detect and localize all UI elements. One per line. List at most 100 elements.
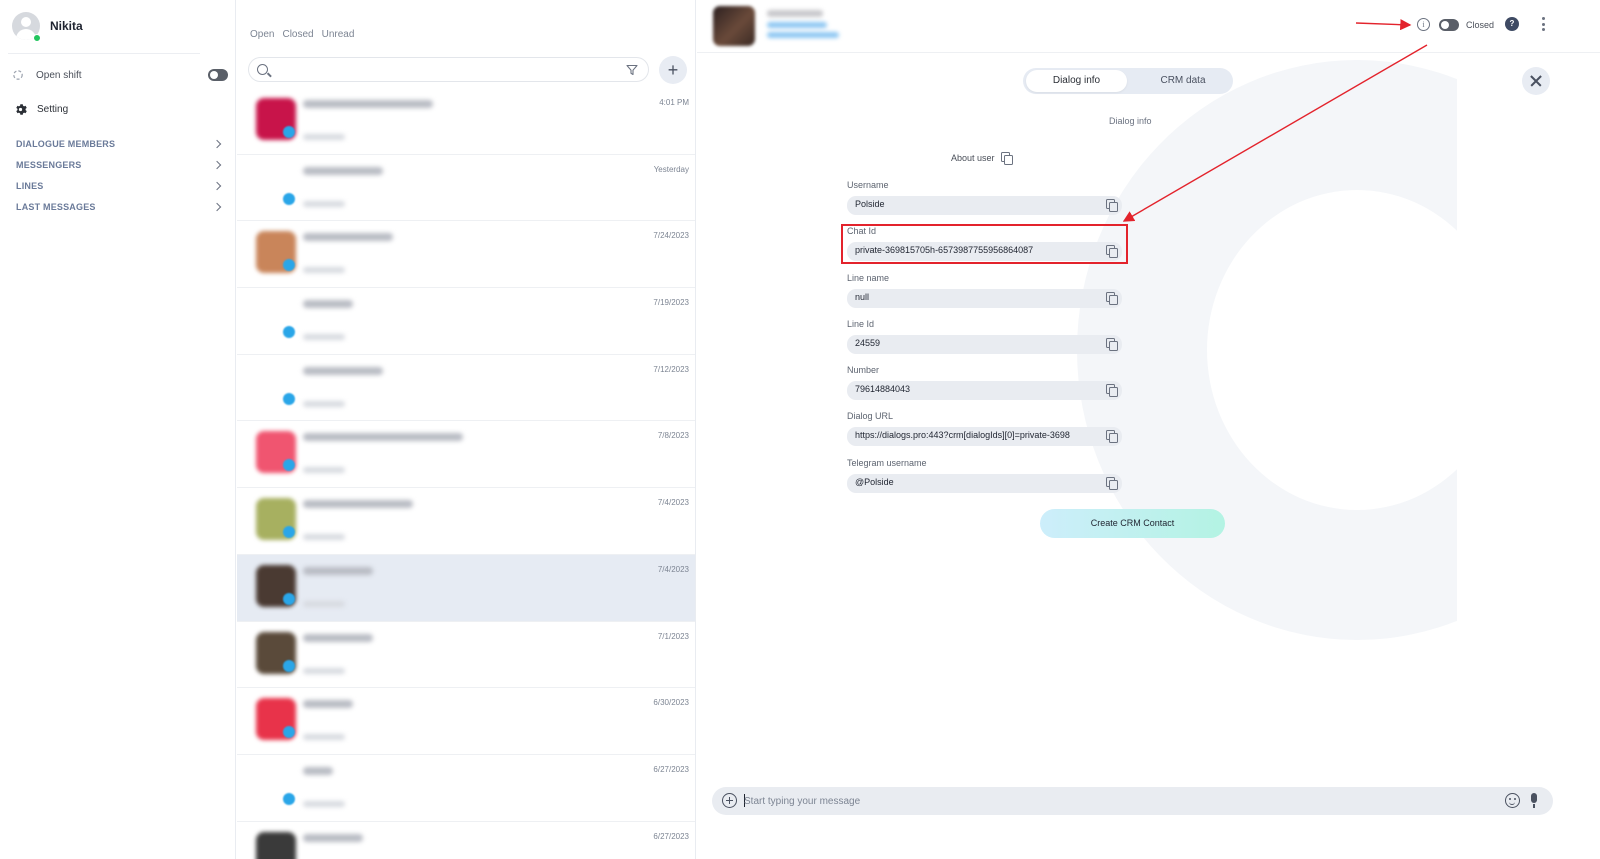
chat-status-blurred xyxy=(303,667,345,674)
close-panel-button[interactable] xyxy=(1522,67,1550,95)
messenger-badge-icon xyxy=(283,326,295,339)
copy-icon[interactable] xyxy=(1106,291,1118,305)
chat-status-blurred xyxy=(303,134,345,140)
chat-list-item[interactable]: 6/27/2023 xyxy=(237,822,695,859)
chat-list-item[interactable]: 6/27/2023 xyxy=(237,755,695,822)
search-icon xyxy=(257,64,268,75)
chat-date: 7/8/2023 xyxy=(657,431,689,441)
filter-icon[interactable] xyxy=(626,64,638,76)
field-value: Polside xyxy=(855,199,885,209)
chat-date: 6/27/2023 xyxy=(653,831,689,841)
emoji-icon[interactable] xyxy=(1505,793,1520,808)
field-number: Number 79614884043 xyxy=(847,365,1123,411)
chat-list-item[interactable]: 7/1/2023 xyxy=(237,622,695,689)
copy-icon[interactable] xyxy=(1106,199,1118,212)
chat-status-blurred xyxy=(303,200,345,207)
about-user-row: About user xyxy=(951,152,1013,165)
help-icon[interactable]: ? xyxy=(1505,17,1519,31)
field-value: 24559 xyxy=(855,337,881,348)
user-name: Nikita xyxy=(50,19,83,33)
message-composer xyxy=(712,787,1553,815)
chat-list-panel: Open Closed Unread + 4:01 PM Yesterday 7/2… xyxy=(237,0,696,859)
field-value: https://dialogs.pro:443?crm[dialogIds][0… xyxy=(855,430,1070,441)
field-label: Number xyxy=(847,365,880,376)
chat-title-blurred xyxy=(303,500,413,509)
add-dialog-button[interactable]: + xyxy=(659,56,687,84)
nav-label: DIALOGUE MEMBERS xyxy=(16,138,116,149)
contact-meta-blurred xyxy=(767,32,839,38)
info-tabs: Dialog info CRM data xyxy=(1023,68,1233,94)
field-dialog-url: Dialog URL https://dialogs.pro:443?crm[d… xyxy=(847,411,1123,457)
field-label: Telegram username xyxy=(847,457,927,468)
messenger-badge-icon xyxy=(283,792,295,805)
chevron-right-icon xyxy=(212,181,222,190)
open-shift-toggle[interactable] xyxy=(208,69,228,81)
tab-dialog-info[interactable]: Dialog info xyxy=(1026,70,1127,92)
chat-list-item[interactable]: 7/24/2023 xyxy=(237,221,695,289)
chat-title-blurred xyxy=(303,300,353,309)
copy-icon[interactable] xyxy=(1106,430,1118,444)
chat-list-item[interactable]: 4:01 PM xyxy=(237,88,695,155)
field-value-box: 79614884043 xyxy=(847,381,1122,401)
sidebar: Nikita Open shift Setting DIALOGUE MEMBE… xyxy=(0,0,236,859)
chat-status-blurred xyxy=(303,600,345,607)
microphone-icon[interactable] xyxy=(1531,793,1537,808)
chat-status-blurred xyxy=(303,800,345,807)
chat-list-item[interactable]: 7/4/2023 xyxy=(237,554,695,622)
search-input[interactable] xyxy=(275,61,615,79)
message-input[interactable] xyxy=(744,792,1484,810)
chat-list-item[interactable]: 7/4/2023 xyxy=(237,488,695,555)
user-profile[interactable]: Nikita xyxy=(12,12,83,40)
chat-list-item[interactable]: 7/19/2023 xyxy=(237,288,695,355)
chat-title-blurred xyxy=(303,833,363,842)
info-icon[interactable]: i xyxy=(1417,18,1430,31)
chevron-right-icon xyxy=(212,202,222,211)
chat-filter-tabs: Open Closed Unread xyxy=(250,29,354,40)
divider xyxy=(8,53,200,54)
dialog-header: i Closed ? xyxy=(697,0,1600,53)
field-label: Line name xyxy=(847,272,890,283)
chat-date: Yesterday xyxy=(653,164,689,174)
open-shift-row: Open shift xyxy=(12,66,228,84)
attach-plus-icon[interactable] xyxy=(722,793,737,808)
chat-date: 6/27/2023 xyxy=(653,764,689,774)
chat-list-item[interactable]: 7/8/2023 xyxy=(237,421,695,489)
copy-icon[interactable] xyxy=(1106,476,1118,490)
tab-crm-data[interactable]: CRM data xyxy=(1133,68,1233,94)
tab-open[interactable]: Open xyxy=(250,29,274,40)
chevron-right-icon xyxy=(212,160,222,169)
chat-title-blurred xyxy=(303,700,353,709)
sidebar-item-last-messages[interactable]: LAST MESSAGES xyxy=(16,196,224,217)
sidebar-item-dialogue-members[interactable]: DIALOGUE MEMBERS xyxy=(16,133,224,154)
chat-date: 6/30/2023 xyxy=(653,698,689,708)
chat-list-item[interactable]: Yesterday xyxy=(237,155,695,222)
chat-list-item[interactable]: 7/12/2023 xyxy=(237,355,695,422)
online-status-dot xyxy=(33,34,41,42)
create-crm-contact-button[interactable]: Create CRM Contact xyxy=(1040,509,1225,538)
dialog-status-toggle[interactable] xyxy=(1439,19,1459,31)
sidebar-item-messengers[interactable]: MESSENGERS xyxy=(16,154,224,175)
sidebar-item-lines[interactable]: LINES xyxy=(16,175,224,196)
contact-name-blurred xyxy=(767,10,823,17)
section-title: Dialog info xyxy=(1109,116,1152,126)
chat-title-blurred xyxy=(303,166,383,175)
field-label: Username xyxy=(847,180,889,190)
tab-closed[interactable]: Closed xyxy=(282,29,313,40)
chat-date: 4:01 PM xyxy=(659,98,689,107)
chat-list-item[interactable]: 6/30/2023 xyxy=(237,688,695,755)
copy-icon[interactable] xyxy=(1106,337,1118,351)
copy-icon[interactable] xyxy=(1000,152,1013,165)
setting-link[interactable]: Setting xyxy=(14,103,68,116)
messenger-badge-icon xyxy=(283,392,295,405)
background-logo-watermark xyxy=(1077,60,1457,640)
copy-icon[interactable] xyxy=(1106,384,1118,398)
chat-title-blurred xyxy=(303,766,333,775)
gear-icon xyxy=(16,104,27,115)
chat-title-blurred xyxy=(303,366,383,375)
contact-avatar[interactable] xyxy=(713,6,755,46)
setting-label: Setting xyxy=(37,104,69,115)
chat-title-blurred xyxy=(303,433,463,442)
field-value-box: @Polside xyxy=(847,473,1122,493)
tab-unread[interactable]: Unread xyxy=(322,29,355,40)
more-options-icon[interactable] xyxy=(1542,17,1546,31)
